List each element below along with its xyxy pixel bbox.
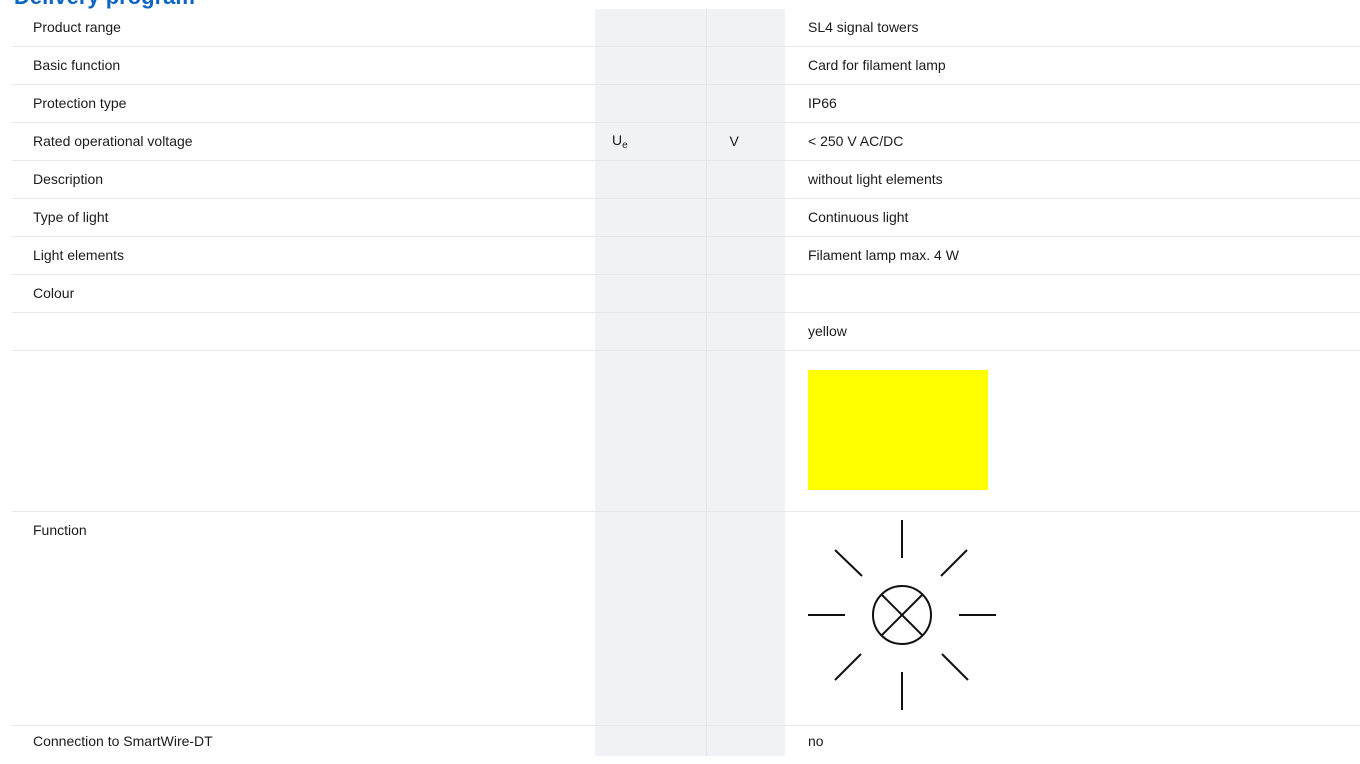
row-value (785, 274, 1360, 313)
table-row: Light elements Filament lamp max. 4 W (12, 236, 1360, 275)
row-value: Card for filament lamp (785, 46, 1360, 85)
row-unit (705, 160, 785, 199)
row-value (785, 350, 1360, 512)
row-unit (705, 312, 785, 351)
page-title: Delivery program (14, 0, 195, 8)
symbol-main: U (612, 131, 623, 148)
row-label: Colour (12, 274, 595, 313)
row-symbol (595, 84, 706, 123)
row-value: < 250 V AC/DC (785, 122, 1360, 161)
row-symbol (595, 312, 706, 351)
row-unit (705, 46, 785, 85)
row-symbol (595, 274, 706, 313)
row-label: Function (12, 511, 595, 726)
row-unit (705, 350, 785, 512)
table-row (12, 350, 1360, 512)
row-unit (705, 84, 785, 123)
row-unit (705, 198, 785, 237)
spec-table: Product range SL4 signal towers Basic fu… (12, 9, 1360, 756)
flashing-lamp-icon (808, 519, 996, 710)
row-label: Basic function (12, 46, 595, 85)
row-symbol (595, 725, 706, 756)
row-value (785, 511, 1360, 726)
table-row: Function (12, 511, 1360, 726)
table-row: Rated operational voltage Ue V < 250 V A… (12, 122, 1360, 161)
row-unit: V (705, 122, 785, 161)
row-value: Filament lamp max. 4 W (785, 236, 1360, 275)
row-unit (705, 511, 785, 726)
row-symbol (595, 160, 706, 199)
row-label (12, 350, 595, 512)
row-value: no (808, 732, 824, 749)
row-symbol (595, 511, 706, 726)
row-symbol (595, 350, 706, 512)
table-row: Type of light Continuous light (12, 198, 1360, 237)
row-value: Continuous light (785, 198, 1360, 237)
symbol-subscript: e (622, 139, 628, 151)
row-unit (705, 9, 785, 47)
row-unit (705, 725, 785, 756)
row-symbol (595, 198, 706, 237)
table-row: Connection to SmartWire-DT no (12, 725, 1360, 756)
table-row: Basic function Card for filament lamp (12, 46, 1360, 85)
row-symbol (595, 46, 706, 85)
row-unit (705, 236, 785, 275)
table-row: Colour (12, 274, 1360, 313)
table-row: Protection type IP66 (12, 84, 1360, 123)
row-symbol (595, 236, 706, 275)
row-label: Light elements (12, 236, 595, 275)
yellow-color-swatch (808, 369, 988, 490)
row-label: Type of light (12, 198, 595, 237)
row-value: yellow (785, 312, 1360, 351)
row-value: SL4 signal towers (785, 9, 1360, 47)
table-row: Description without light elements (12, 160, 1360, 199)
row-label: Description (12, 160, 595, 199)
row-label: Connection to SmartWire-DT (33, 732, 213, 749)
table-row: yellow (12, 312, 1360, 351)
row-label: Protection type (12, 84, 595, 123)
row-value: IP66 (785, 84, 1360, 123)
row-label: Rated operational voltage (12, 122, 595, 161)
row-symbol (595, 9, 706, 47)
table-row: Product range SL4 signal towers (12, 9, 1360, 47)
row-label: Product range (12, 9, 595, 47)
row-unit (705, 274, 785, 313)
row-symbol: Ue (595, 122, 706, 161)
row-label (12, 312, 595, 351)
row-value: without light elements (785, 160, 1360, 199)
